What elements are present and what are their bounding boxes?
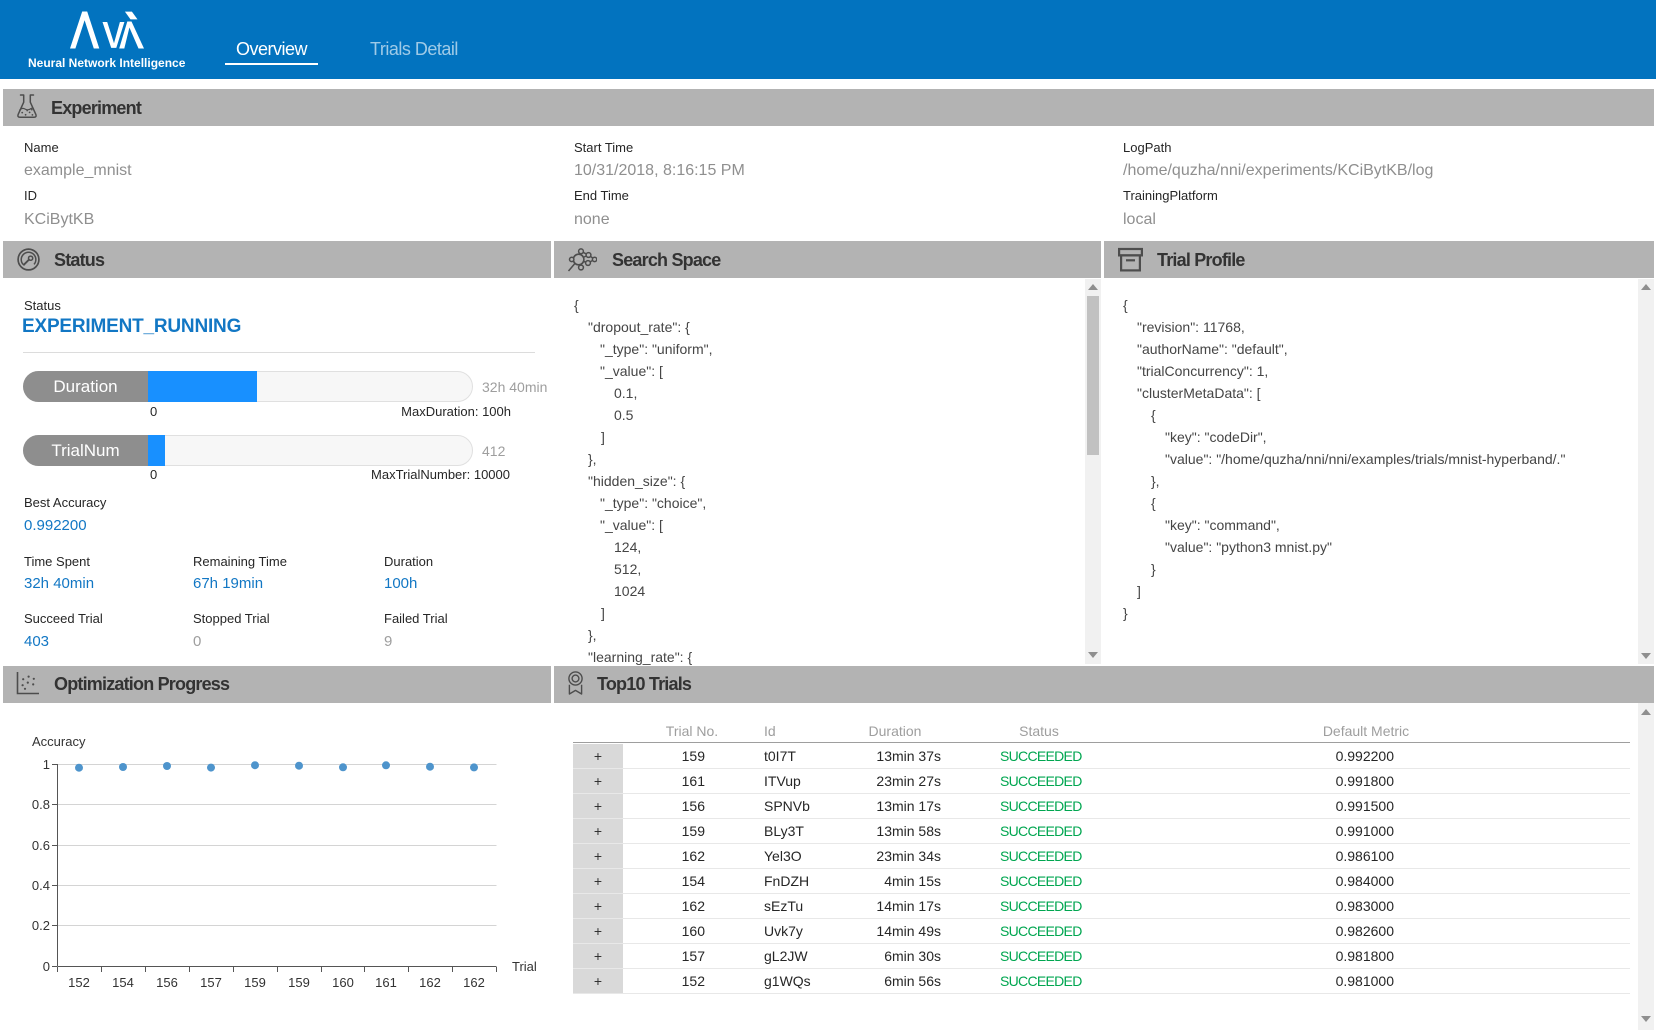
svg-text:161: 161: [375, 975, 397, 990]
svg-text:156: 156: [156, 975, 178, 990]
svg-text:157: 157: [200, 975, 222, 990]
svg-text:0: 0: [43, 959, 50, 974]
svg-text:Trial: Trial: [512, 959, 537, 974]
svg-text:1: 1: [43, 757, 50, 772]
svg-text:0.6: 0.6: [32, 838, 50, 853]
svg-text:162: 162: [463, 975, 485, 990]
svg-text:0.2: 0.2: [32, 918, 50, 933]
svg-text:159: 159: [288, 975, 310, 990]
svg-text:160: 160: [332, 975, 354, 990]
svg-text:0.4: 0.4: [32, 878, 50, 893]
svg-text:162: 162: [419, 975, 441, 990]
svg-text:152: 152: [68, 975, 90, 990]
svg-text:159: 159: [244, 975, 266, 990]
svg-text:154: 154: [112, 975, 134, 990]
svg-text:Accuracy: Accuracy: [32, 734, 86, 749]
svg-text:0.8: 0.8: [32, 797, 50, 812]
